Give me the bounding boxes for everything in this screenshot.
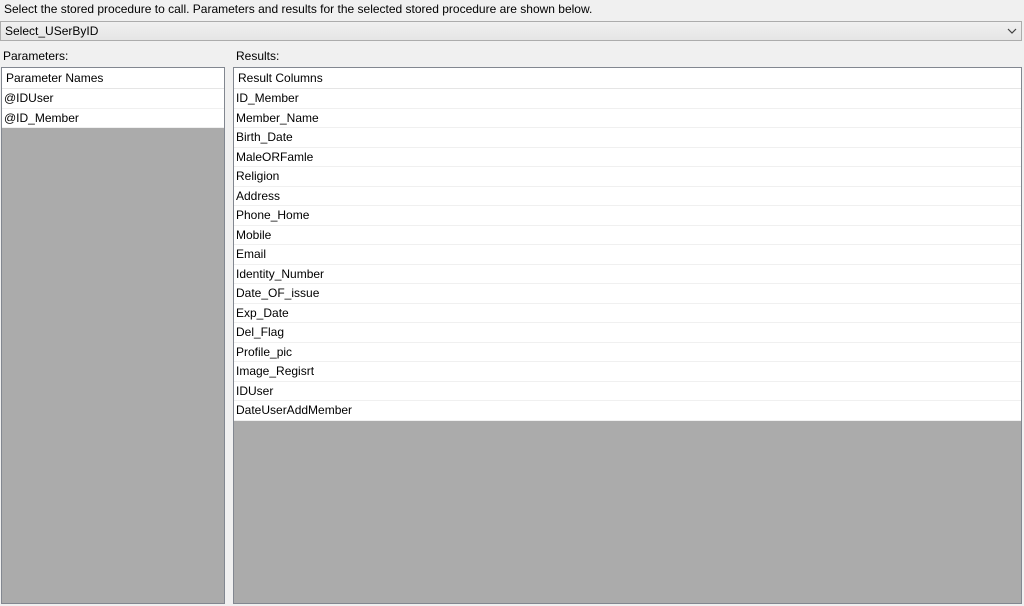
list-item[interactable]: Religion xyxy=(234,167,1021,187)
list-item[interactable]: Mobile xyxy=(234,225,1021,245)
stored-procedure-dialog: Select the stored procedure to call. Par… xyxy=(0,0,1024,606)
list-item[interactable]: Date_OF_issue xyxy=(234,284,1021,304)
results-label: Results: xyxy=(236,49,280,63)
list-item[interactable]: Profile_pic xyxy=(234,342,1021,362)
parameters-label: Parameters: xyxy=(3,49,69,63)
list-item[interactable]: Exp_Date xyxy=(234,303,1021,323)
list-item[interactable]: Del_Flag xyxy=(234,323,1021,343)
results-list[interactable]: Result Columns ID_Member Member_Name Bir… xyxy=(233,67,1022,604)
list-item[interactable]: Phone_Home xyxy=(234,206,1021,226)
list-item[interactable]: Member_Name xyxy=(234,108,1021,128)
list-item[interactable]: Birth_Date xyxy=(234,128,1021,148)
list-item[interactable]: Identity_Number xyxy=(234,264,1021,284)
result-columns-column-header[interactable]: Result Columns xyxy=(234,68,1021,89)
list-item[interactable]: Image_Regisrt xyxy=(234,362,1021,382)
list-item[interactable]: ID_Member xyxy=(234,89,1021,109)
list-item[interactable]: @IDUser xyxy=(2,89,224,109)
list-item[interactable]: IDUser xyxy=(234,381,1021,401)
list-item[interactable]: Email xyxy=(234,245,1021,265)
list-item[interactable]: @ID_Member xyxy=(2,108,224,128)
parameter-names-column-header[interactable]: Parameter Names xyxy=(2,68,224,89)
list-item[interactable]: MaleORFamle xyxy=(234,147,1021,167)
list-item[interactable]: DateUserAddMember xyxy=(234,401,1021,421)
list-item[interactable]: Address xyxy=(234,186,1021,206)
chevron-down-icon xyxy=(1007,28,1017,34)
procedure-select-value: Select_USerByID xyxy=(5,24,99,38)
instruction-text: Select the stored procedure to call. Par… xyxy=(4,2,593,16)
parameters-list[interactable]: Parameter Names @IDUser @ID_Member xyxy=(1,67,225,604)
procedure-select[interactable]: Select_USerByID xyxy=(0,21,1022,41)
